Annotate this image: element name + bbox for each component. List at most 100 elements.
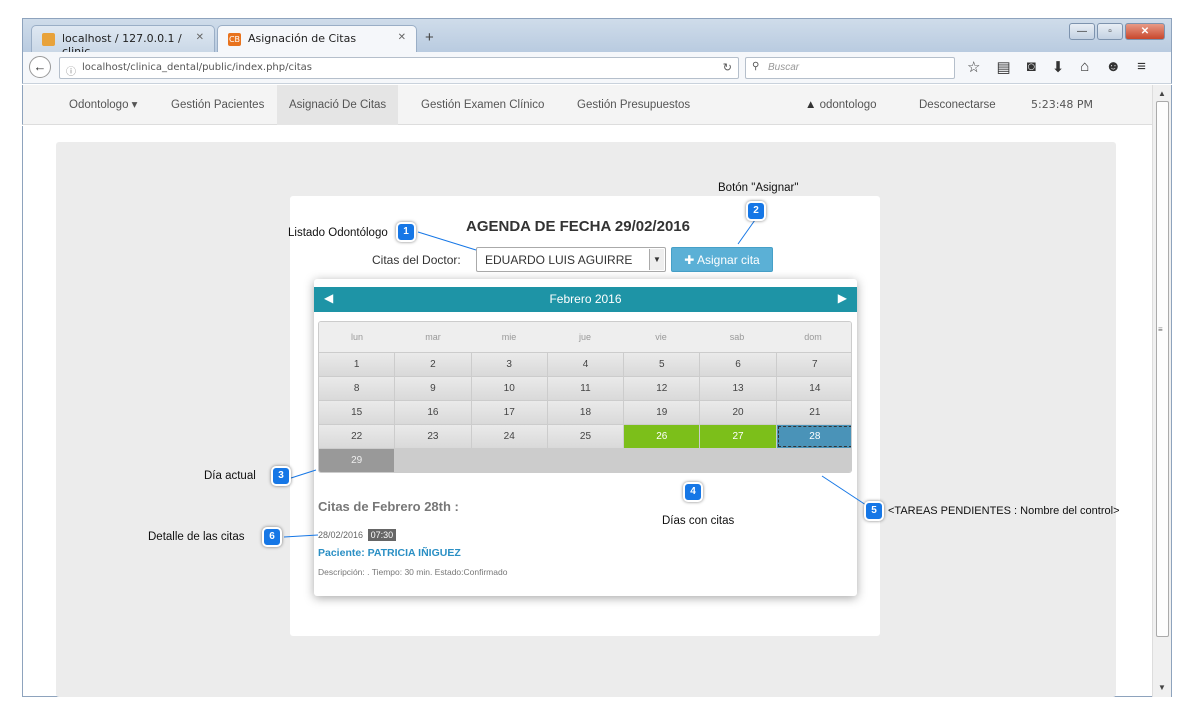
- tab-label: Asignación de Citas: [248, 32, 357, 45]
- home-icon[interactable]: ⌂: [1080, 58, 1089, 76]
- annotation-label-3: Día actual: [204, 470, 256, 482]
- assign-label: Asignar cita: [697, 253, 760, 267]
- url-bar[interactable]: ⓘ localhost/clinica_dental/public/index.…: [59, 57, 739, 79]
- download-icon[interactable]: ⬇: [1052, 58, 1065, 76]
- doctor-select[interactable]: EDUARDO LUIS AGUIRRE ▼: [476, 247, 666, 272]
- calendar-day-15[interactable]: 15: [319, 401, 396, 424]
- calendar-day-28[interactable]: 28: [776, 425, 851, 448]
- page-scrollbar[interactable]: ▲ ≡ ▼: [1152, 85, 1172, 697]
- scroll-down-icon[interactable]: ▼: [1158, 683, 1166, 692]
- search-input[interactable]: ⚲ Buscar: [745, 57, 955, 79]
- cita-description: Descripción: . Tiempo: 30 min. Estado:Co…: [318, 567, 508, 577]
- day-of-week-label: mar: [425, 332, 441, 342]
- search-placeholder: Buscar: [768, 62, 800, 73]
- phpmyadmin-favicon-icon: [42, 33, 55, 46]
- dropdown-caret-icon[interactable]: ▼: [649, 249, 664, 270]
- cita-datetime: 28/02/2016 07:30: [318, 529, 397, 541]
- calendar-day-7[interactable]: 7: [776, 353, 851, 376]
- calendar-day-27[interactable]: 27: [700, 425, 777, 448]
- calendar-day-23[interactable]: 23: [395, 425, 472, 448]
- calendar-day-25[interactable]: 25: [547, 425, 625, 448]
- calendar-day-21[interactable]: 21: [776, 401, 851, 424]
- calendar-day-26[interactable]: 26: [624, 425, 701, 448]
- close-tab-icon[interactable]: ✕: [398, 32, 406, 43]
- calendar-day-14[interactable]: 14: [776, 377, 851, 400]
- nav-asignacion-citas[interactable]: Asignació De Citas: [277, 85, 399, 125]
- scroll-up-icon[interactable]: ▲: [1158, 89, 1166, 98]
- day-of-week-label: lun: [350, 332, 363, 342]
- calendar-day-12[interactable]: 12: [624, 377, 701, 400]
- calendar-day-2[interactable]: 2: [395, 353, 472, 376]
- calendar-day-13[interactable]: 13: [700, 377, 777, 400]
- calendar-week-row: 8 9 10 11 12 13 14: [319, 376, 851, 400]
- bookmark-star-icon[interactable]: ☆: [967, 58, 980, 76]
- calendar-empty-cell: [395, 449, 851, 472]
- calendar-day-20[interactable]: 20: [700, 401, 777, 424]
- close-window-button[interactable]: ✕: [1125, 23, 1165, 40]
- annotation-badge-3: 3: [271, 466, 291, 486]
- scrollbar-thumb[interactable]: [1156, 101, 1169, 637]
- clock: 5:23:48 PM: [1031, 98, 1094, 111]
- calendar-day-8[interactable]: 8: [319, 377, 396, 400]
- next-month-icon[interactable]: ▶: [838, 291, 847, 305]
- calendar-day-5[interactable]: 5: [624, 353, 701, 376]
- sync-icon[interactable]: ☻: [1105, 58, 1121, 76]
- annotation-badge-5: 5: [864, 501, 884, 521]
- reload-icon[interactable]: ↻: [723, 61, 732, 74]
- site-info-icon[interactable]: ⓘ: [66, 63, 76, 78]
- calendar-week-row: 15 16 17 18 19 20 21: [319, 400, 851, 424]
- cita-date: 28/02/2016: [318, 530, 364, 540]
- annotation-badge-6: 6: [262, 527, 282, 547]
- nav-desconectarse[interactable]: Desconectarse: [907, 85, 1008, 125]
- doctor-selected-value: EDUARDO LUIS AGUIRRE: [485, 253, 633, 267]
- calendar-day-10[interactable]: 10: [471, 377, 548, 400]
- annotation-badge-4: 4: [683, 482, 703, 502]
- cita-patient-link[interactable]: Paciente: PATRICIA IÑIGUEZ: [318, 547, 461, 559]
- app-navbar: Odontologo ▾ Gestión Pacientes Asignació…: [22, 85, 1152, 125]
- calendar-day-19[interactable]: 19: [624, 401, 701, 424]
- calendar-week-row: 22 23 24 25 26 27 28: [319, 424, 851, 448]
- calendar-day-17[interactable]: 17: [471, 401, 548, 424]
- calendar-week-row: 1234567: [319, 352, 851, 376]
- calendar-day-16[interactable]: 16: [395, 401, 472, 424]
- nav-user[interactable]: ▲ odontologo: [793, 85, 889, 125]
- browser-tab-phpmyadmin[interactable]: localhost / 127.0.0.1 / clinic... ✕: [31, 25, 215, 58]
- calendar-day-11[interactable]: 11: [547, 377, 625, 400]
- calendar-day-18[interactable]: 18: [547, 401, 625, 424]
- assign-cita-button[interactable]: ✚ Asignar cita: [671, 247, 773, 272]
- menu-icon[interactable]: ≡: [1137, 58, 1146, 76]
- calendar-week-row: 29: [319, 448, 851, 472]
- nav-odontologo-dropdown[interactable]: Odontologo ▾: [57, 85, 149, 125]
- new-tab-button[interactable]: +: [425, 29, 434, 46]
- annotation-label-5: <TAREAS PENDIENTES : Nombre del control>: [888, 505, 1120, 517]
- days-of-week-row: lun mar mie jue vie sab dom: [319, 322, 851, 352]
- plus-icon: ✚: [684, 253, 695, 267]
- day-of-week-label: dom: [804, 332, 822, 342]
- cita-time-badge: 07:30: [367, 529, 397, 541]
- back-arrow-icon[interactable]: ←: [29, 56, 51, 78]
- reading-list-icon[interactable]: ▤: [996, 58, 1010, 76]
- calendar-day-6[interactable]: 6: [700, 353, 777, 376]
- calendar-day-29[interactable]: 29: [319, 449, 396, 472]
- annotation-label-6: Detalle de las citas: [148, 531, 245, 543]
- calendar-day-24[interactable]: 24: [471, 425, 548, 448]
- calendar-card: ◀ Febrero 2016 ▶ lun mar mie jue vie sab dom 1…: [314, 279, 857, 596]
- browser-tab-asignacion[interactable]: CB Asignación de Citas ✕: [217, 25, 417, 53]
- calendar-day-1[interactable]: 1: [319, 353, 396, 376]
- close-tab-icon[interactable]: ✕: [196, 32, 204, 43]
- annotation-badge-1: 1: [396, 222, 416, 242]
- calendar-month: Febrero 2016: [549, 292, 622, 306]
- nav-gestion-pacientes[interactable]: Gestión Pacientes: [159, 85, 276, 125]
- browser-toolbar-icons: ☆ ▤ ◙ ⬇ ⌂ ☻ ≡: [967, 58, 1146, 76]
- maximize-button[interactable]: ▫: [1097, 23, 1123, 40]
- calendar-day-9[interactable]: 9: [395, 377, 472, 400]
- minimize-button[interactable]: —: [1069, 23, 1095, 40]
- calendar-day-22[interactable]: 22: [319, 425, 396, 448]
- calendar-day-4[interactable]: 4: [547, 353, 625, 376]
- calendar-day-3[interactable]: 3: [471, 353, 548, 376]
- nav-gestion-presupuestos[interactable]: Gestión Presupuestos: [565, 85, 702, 125]
- pocket-icon[interactable]: ◙: [1027, 58, 1036, 76]
- scroll-grip-icon: ≡: [1158, 325, 1163, 334]
- nav-gestion-examen[interactable]: Gestión Examen Clínico: [409, 85, 556, 125]
- day-of-week-label: sab: [729, 332, 745, 342]
